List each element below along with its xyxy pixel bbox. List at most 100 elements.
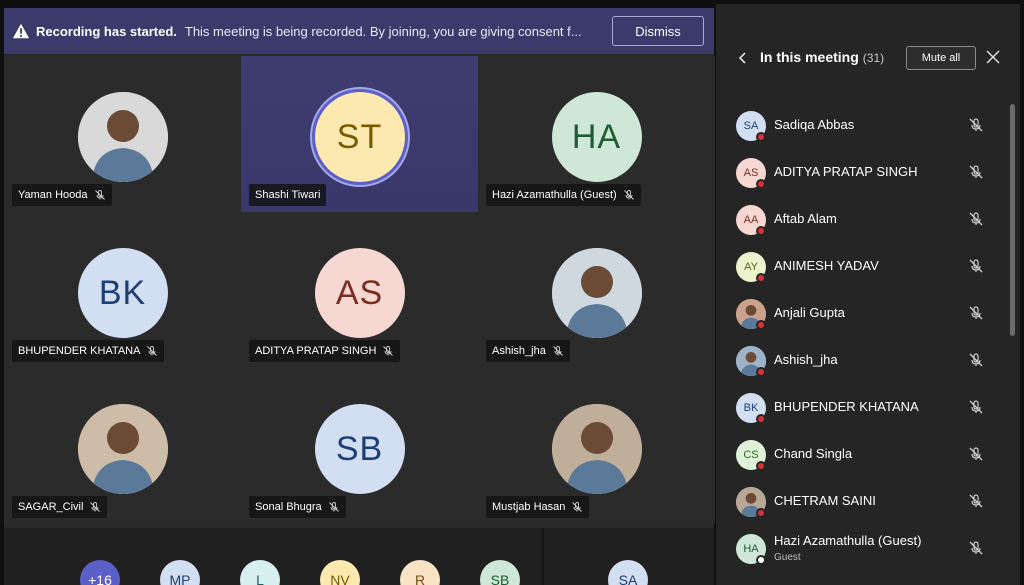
video-tile[interactable]: AS ADITYA PRATAP SINGH xyxy=(241,212,478,368)
mic-off-icon[interactable] xyxy=(968,446,984,462)
participant-row[interactable]: SA Sadiqa Abbas xyxy=(716,102,1006,149)
participant-nametag: BHUPENDER KHATANA xyxy=(12,340,165,362)
mic-off-icon xyxy=(146,345,158,357)
participant-role: Guest xyxy=(774,552,801,563)
panel-title: In this meeting (31) xyxy=(760,49,884,65)
participant-name: CHETRAM SAINI xyxy=(774,493,876,508)
participant-nametag: Yaman Hooda xyxy=(12,184,112,206)
participant-name: ANIMESH YADAV xyxy=(774,258,879,273)
participant-name: BHUPENDER KHATANA xyxy=(18,345,141,357)
video-tile[interactable]: Ashish_jha xyxy=(478,212,715,368)
mic-off-icon[interactable] xyxy=(968,540,984,556)
participant-row[interactable]: Ashish_jha xyxy=(716,337,1006,384)
video-tile[interactable]: Yaman Hooda xyxy=(4,56,241,212)
participant-name: ADITYA PRATAP SINGH xyxy=(774,164,918,179)
participant-name: Shashi Tiwari xyxy=(255,189,321,201)
video-tile[interactable]: ST Shashi Tiwari xyxy=(241,56,478,212)
mic-off-icon[interactable] xyxy=(968,258,984,274)
participant-nametag: Ashish_jha xyxy=(486,340,570,362)
panel-header: In this meeting (31) Mute all xyxy=(716,42,1020,74)
participant-row[interactable]: HA Hazi Azamathulla (Guest) Guest xyxy=(716,525,1006,572)
presence-dot xyxy=(756,226,766,236)
presence-dot xyxy=(756,508,766,518)
panel-title-text: In this meeting xyxy=(760,49,859,65)
participant-name: Sadiqa Abbas xyxy=(774,117,855,132)
participant-nametag: SAGAR_Civil xyxy=(12,496,108,518)
mic-off-icon xyxy=(94,189,106,201)
presence-dot xyxy=(756,414,766,424)
participant-row[interactable]: CHETRAM SAINI xyxy=(716,478,1006,525)
video-tile[interactable]: SAGAR_Civil xyxy=(4,368,241,524)
more-participants-button[interactable]: +16 xyxy=(80,560,120,585)
video-tile[interactable]: BK BHUPENDER KHATANA xyxy=(4,212,241,368)
video-tile[interactable]: HA Hazi Azamathulla (Guest) xyxy=(478,56,715,212)
avatar-photo xyxy=(551,404,642,494)
participant-count: (31) xyxy=(862,51,885,65)
participant-name: Ashish_jha xyxy=(492,345,546,357)
recording-banner: Recording has started. This meeting is b… xyxy=(4,8,714,54)
participant-name: Hazi Azamathulla (Guest) xyxy=(492,189,617,201)
participant-name: SAGAR_Civil xyxy=(18,501,84,513)
participant-nametag: Sonal Bhugra xyxy=(249,496,346,518)
strip-divider xyxy=(542,528,544,585)
participant-name: Sonal Bhugra xyxy=(255,501,322,513)
mic-off-icon[interactable] xyxy=(968,493,984,509)
participant-row[interactable]: CS Chand Singla xyxy=(716,431,1006,478)
mic-off-icon[interactable] xyxy=(968,211,984,227)
mini-avatar[interactable]: MP xyxy=(160,560,200,585)
presence-dot xyxy=(756,367,766,377)
avatar-photo xyxy=(551,248,642,338)
mic-off-icon[interactable] xyxy=(968,164,984,180)
teams-meeting-window: Recording has started. This meeting is b… xyxy=(0,0,1024,585)
presence-dot xyxy=(756,273,766,283)
mini-avatar[interactable]: NV xyxy=(320,560,360,585)
mic-off-icon xyxy=(623,189,635,201)
presence-dot xyxy=(756,132,766,142)
participant-name: Yaman Hooda xyxy=(18,189,88,201)
avatar-photo xyxy=(77,404,168,494)
dismiss-button[interactable]: Dismiss xyxy=(612,16,704,46)
mic-off-icon[interactable] xyxy=(968,399,984,415)
panel-scrollbar[interactable] xyxy=(1010,104,1015,336)
presence-dot xyxy=(756,179,766,189)
participant-name: Ashish_jha xyxy=(774,352,838,367)
presence-dot xyxy=(756,555,766,565)
mini-avatar[interactable]: SA xyxy=(608,560,648,585)
participant-nametag: ADITYA PRATAP SINGH xyxy=(249,340,401,362)
participant-row[interactable]: AY ANIMESH YADAV xyxy=(716,243,1006,290)
chevron-left-icon[interactable] xyxy=(736,51,750,65)
mic-off-icon[interactable] xyxy=(968,352,984,368)
mic-off-icon xyxy=(552,345,564,357)
avatar-initials: HA xyxy=(551,92,642,182)
mic-off-icon[interactable] xyxy=(968,305,984,321)
recording-message: This meeting is being recorded. By joini… xyxy=(184,23,582,39)
participant-name: Aftab Alam xyxy=(774,211,837,226)
mic-off-icon xyxy=(89,501,101,513)
overflow-participant-strip: +16 MP L NV R SB SA xyxy=(4,528,714,585)
close-icon[interactable] xyxy=(984,48,1002,66)
mic-off-icon[interactable] xyxy=(968,117,984,133)
avatar-photo xyxy=(77,92,168,182)
avatar-initials: SB xyxy=(314,404,405,494)
participant-row[interactable]: BK BHUPENDER KHATANA xyxy=(716,384,1006,431)
avatar-initials: AS xyxy=(314,248,405,338)
participant-row[interactable]: AS ADITYA PRATAP SINGH xyxy=(716,149,1006,196)
participant-name: Chand Singla xyxy=(774,446,853,461)
mini-avatar[interactable]: L xyxy=(240,560,280,585)
participant-name: Mustjab Hasan xyxy=(492,501,566,513)
participant-list: SA Sadiqa Abbas AS ADITYA PRATAP SINGH AA Aft… xyxy=(716,102,1006,572)
mini-avatar[interactable]: SB xyxy=(480,560,520,585)
participant-row[interactable]: AA Aftab Alam xyxy=(716,196,1006,243)
mic-off-icon xyxy=(571,501,583,513)
participant-name: Hazi Azamathulla (Guest) xyxy=(774,533,922,548)
participant-name: Anjali Gupta xyxy=(774,305,845,320)
warning-icon xyxy=(12,23,30,39)
video-grid: Yaman Hooda ST Shashi Tiwari HA Hazi Azamath… xyxy=(4,56,715,526)
mini-avatar[interactable]: R xyxy=(400,560,440,585)
mic-off-icon xyxy=(382,345,394,357)
mute-all-button[interactable]: Mute all xyxy=(906,46,976,70)
participant-nametag: Shashi Tiwari xyxy=(249,184,327,206)
participant-row[interactable]: Anjali Gupta xyxy=(716,290,1006,337)
video-tile[interactable]: SB Sonal Bhugra xyxy=(241,368,478,524)
video-tile[interactable]: Mustjab Hasan xyxy=(478,368,715,524)
